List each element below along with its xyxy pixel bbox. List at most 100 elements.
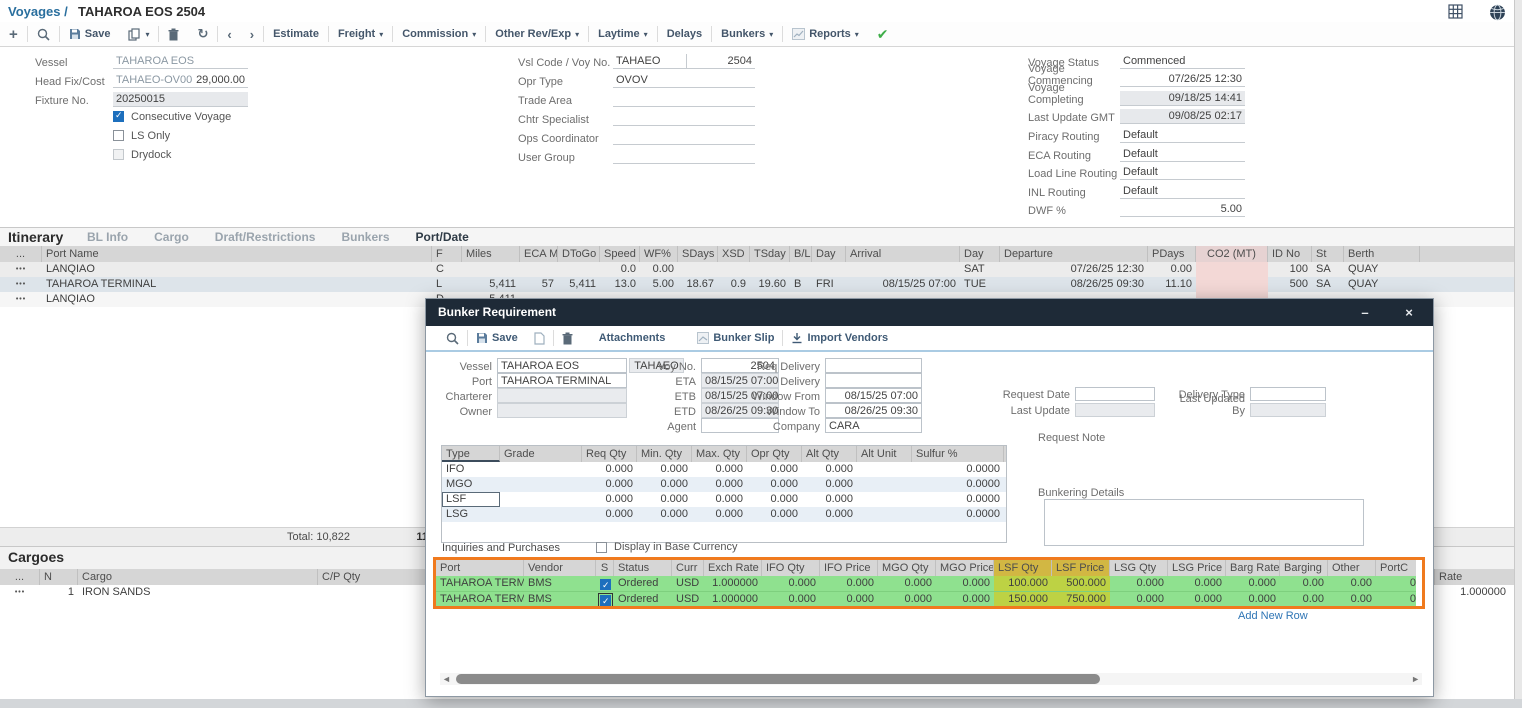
cell[interactable]: 0.000 bbox=[747, 462, 802, 477]
cell[interactable]: 0.0000 bbox=[912, 477, 1004, 492]
cell[interactable]: 750.000 bbox=[1052, 592, 1110, 607]
base-currency-checkbox[interactable] bbox=[596, 542, 607, 553]
commission-menu[interactable]: Commission▾ bbox=[393, 28, 485, 40]
cell[interactable] bbox=[857, 477, 912, 492]
cell[interactable]: 07/26/25 12:30 bbox=[1000, 262, 1148, 277]
field[interactable]: Default bbox=[1120, 128, 1245, 143]
bunkering-details-textarea[interactable] bbox=[1044, 499, 1364, 546]
import-vendors-button[interactable]: Import Vendors bbox=[783, 332, 896, 344]
cell[interactable]: IRON SANDS bbox=[78, 585, 318, 600]
modal-title-bar[interactable]: Bunker Requirement – × bbox=[426, 299, 1433, 326]
attachments-button[interactable]: Attachments bbox=[591, 332, 674, 344]
cell[interactable]: 0.000 bbox=[582, 507, 637, 522]
cell[interactable]: 0.000 bbox=[582, 462, 637, 477]
field[interactable] bbox=[825, 358, 922, 373]
cell[interactable]: 0.000 bbox=[802, 492, 857, 507]
copy-button[interactable]: ▾ bbox=[119, 28, 158, 41]
cell[interactable]: 0.000 bbox=[637, 477, 692, 492]
table-row[interactable]: IFO0.0000.0000.0000.0000.0000.0000 bbox=[442, 462, 1006, 477]
modal-vessel-field[interactable]: TAHAROA EOS bbox=[497, 358, 627, 373]
cell[interactable]: BMS bbox=[524, 576, 596, 591]
delays-button[interactable]: Delays bbox=[658, 28, 711, 40]
cell[interactable]: 0.000 bbox=[878, 592, 936, 607]
cell[interactable]: 0 bbox=[1376, 592, 1416, 607]
cell[interactable]: 0.000 bbox=[936, 592, 994, 607]
cell[interactable]: 100.000 bbox=[994, 576, 1052, 591]
modal-delete-button[interactable] bbox=[554, 332, 581, 345]
delete-button[interactable] bbox=[159, 28, 188, 41]
cell[interactable]: 0.00 bbox=[1328, 592, 1376, 607]
cell[interactable]: 0.000 bbox=[802, 477, 857, 492]
cell[interactable]: MGO bbox=[442, 477, 500, 492]
cell[interactable]: 0.00 bbox=[1280, 592, 1328, 607]
field[interactable]: 07/26/25 12:30 bbox=[1120, 72, 1245, 87]
cell[interactable]: 0.000 bbox=[747, 507, 802, 522]
scrollbar-thumb[interactable] bbox=[456, 674, 1100, 684]
cell[interactable] bbox=[558, 262, 600, 277]
bunker-slip-button[interactable]: Bunker Slip bbox=[689, 332, 782, 344]
cell[interactable] bbox=[857, 507, 912, 522]
field[interactable] bbox=[825, 373, 922, 388]
close-button[interactable]: × bbox=[1389, 299, 1429, 326]
cell[interactable]: 0.000 bbox=[1168, 592, 1226, 607]
cell[interactable]: 0.000 bbox=[637, 507, 692, 522]
minimize-button[interactable]: – bbox=[1345, 299, 1385, 326]
add-button[interactable]: + bbox=[0, 26, 27, 43]
cell[interactable]: 500.000 bbox=[1052, 576, 1110, 591]
add-new-row-link[interactable]: Add New Row bbox=[1238, 610, 1308, 622]
cell[interactable]: B bbox=[790, 277, 812, 292]
cell[interactable] bbox=[462, 262, 520, 277]
cell[interactable]: 0.0000 bbox=[912, 507, 1004, 522]
cell[interactable] bbox=[857, 462, 912, 477]
cell[interactable]: 500 bbox=[1268, 277, 1312, 292]
cell[interactable]: SAT bbox=[960, 262, 1000, 277]
modal-save-button[interactable]: Save bbox=[468, 332, 526, 344]
cell[interactable]: 0.00 bbox=[1280, 576, 1328, 591]
field[interactable]: 5.00 bbox=[1120, 202, 1245, 217]
cell[interactable]: 0.000 bbox=[692, 477, 747, 492]
cell[interactable]: FRI bbox=[812, 277, 846, 292]
cell[interactable]: 19.60 bbox=[750, 277, 790, 292]
modal-search-button[interactable] bbox=[438, 332, 467, 345]
consecutive-voyage-checkbox[interactable] bbox=[113, 111, 124, 122]
cell[interactable]: QUAY bbox=[1344, 277, 1420, 292]
field[interactable]: TAHAEO2504 bbox=[613, 54, 755, 69]
reports-menu[interactable]: Reports▾ bbox=[783, 28, 868, 40]
cell[interactable]: 0.00 bbox=[640, 262, 678, 277]
field[interactable] bbox=[613, 111, 755, 126]
cell[interactable]: 13.0 bbox=[600, 277, 640, 292]
cell[interactable]: 0.000 bbox=[692, 462, 747, 477]
field[interactable]: Default bbox=[1120, 184, 1245, 199]
table-row[interactable]: •••TAHAROA TERMINALL5,411575,41113.05.00… bbox=[0, 277, 1514, 292]
cell[interactable]: 0.000 bbox=[936, 576, 994, 591]
cell[interactable]: TAHAROA TERMINA bbox=[436, 576, 524, 591]
modal-copy-button[interactable] bbox=[526, 332, 553, 345]
field[interactable] bbox=[613, 92, 755, 107]
save-button[interactable]: Save bbox=[60, 28, 120, 40]
cell[interactable]: 150.000 bbox=[994, 592, 1052, 607]
row-checkbox[interactable] bbox=[600, 579, 611, 590]
cell[interactable]: ••• bbox=[0, 585, 40, 600]
other-rev-exp-menu[interactable]: Other Rev/Exp▾ bbox=[486, 28, 588, 40]
cell[interactable] bbox=[718, 262, 750, 277]
cell[interactable]: 0.000 bbox=[1168, 576, 1226, 591]
cell[interactable]: 5.00 bbox=[640, 277, 678, 292]
cell[interactable]: SA bbox=[1312, 262, 1344, 277]
grid-icon[interactable] bbox=[1448, 4, 1464, 20]
cell[interactable] bbox=[750, 262, 790, 277]
field[interactable] bbox=[613, 130, 755, 145]
cell[interactable]: SA bbox=[1312, 277, 1344, 292]
cell[interactable]: 0.000 bbox=[762, 576, 820, 591]
cell[interactable]: 0.0000 bbox=[912, 492, 1004, 507]
cell[interactable]: L bbox=[432, 277, 462, 292]
cell[interactable]: ••• bbox=[0, 262, 42, 277]
cell[interactable]: C bbox=[432, 262, 462, 277]
cell[interactable] bbox=[500, 477, 582, 492]
cell[interactable]: 1 bbox=[40, 585, 78, 600]
cell[interactable]: 0.9 bbox=[718, 277, 750, 292]
cell[interactable] bbox=[1196, 277, 1268, 292]
cell[interactable]: 0.000 bbox=[820, 592, 878, 607]
cell[interactable]: 0.000 bbox=[878, 576, 936, 591]
refresh-button[interactable]: ↻ bbox=[188, 26, 217, 42]
table-row[interactable]: •••LANQIAOC0.00.00SAT07/26/25 12:300.001… bbox=[0, 262, 1514, 277]
